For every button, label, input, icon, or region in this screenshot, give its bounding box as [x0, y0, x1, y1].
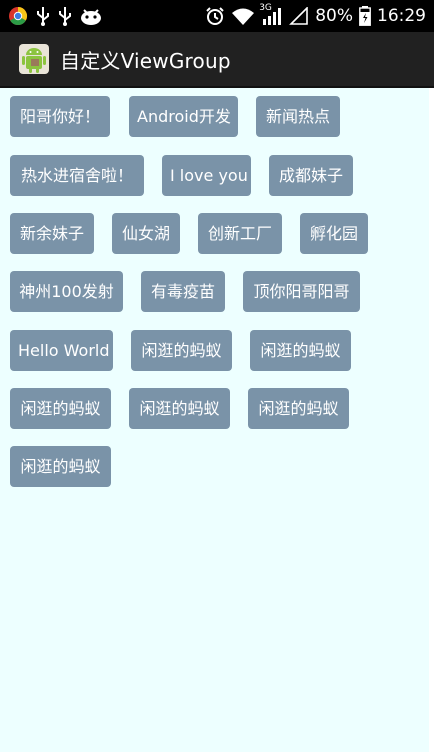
right-edge [429, 88, 434, 752]
tag-item[interactable]: 闲逛的蚂蚁 [10, 388, 111, 429]
app-title: 自定义ViewGroup [60, 48, 231, 73]
wifi-icon [231, 7, 255, 25]
tag-item[interactable]: 阳哥你好！ [10, 96, 110, 137]
tag-item[interactable]: 成都妹子 [269, 155, 353, 196]
battery-percent: 80% [315, 6, 353, 26]
tag-item[interactable]: 热水进宿舍啦！ [10, 155, 144, 196]
status-bar: 3G 80% 16:29 [0, 0, 434, 32]
battery-charging-icon [359, 6, 371, 26]
android-app-icon [18, 43, 50, 75]
action-bar: 自定义ViewGroup [0, 32, 434, 88]
network-type: 3G [259, 3, 272, 13]
tag-item[interactable]: I love you [162, 155, 251, 196]
system-status: 3G 80% 16:29 [205, 3, 426, 26]
clock: 16:29 [377, 6, 426, 26]
no-sim-signal-icon [289, 7, 309, 25]
tag-item[interactable]: 闲逛的蚂蚁 [129, 388, 230, 429]
tag-item[interactable]: 闲逛的蚂蚁 [10, 446, 111, 487]
tag-item[interactable]: 新余妹子 [10, 213, 94, 254]
viewgroup-content: 阳哥你好！ Android开发 新闻热点热水进宿舍啦！ I love you 成都妹子新… [0, 88, 429, 752]
tag-item[interactable]: 神州100发射 [10, 271, 123, 312]
tag-item[interactable]: 闲逛的蚂蚁 [131, 330, 232, 371]
chrome-notification-icon [8, 6, 28, 26]
tag-item[interactable]: 仙女湖 [112, 213, 180, 254]
tag-item[interactable]: 新闻热点 [256, 96, 340, 137]
tag-item[interactable]: Hello World [10, 330, 113, 371]
notification-icons [8, 6, 102, 26]
tag-item[interactable]: 顶你阳哥阳哥 [243, 271, 360, 312]
tag-item[interactable]: 孵化园 [300, 213, 368, 254]
alarm-icon [205, 6, 225, 26]
tag-item[interactable]: 闲逛的蚂蚁 [248, 388, 349, 429]
tag-item[interactable]: 闲逛的蚂蚁 [250, 330, 351, 371]
signal-icon: 3G [259, 3, 283, 25]
usb-icon [36, 6, 50, 26]
tag-flow-layout: 阳哥你好！ Android开发 新闻热点热水进宿舍啦！ I love you 成都妹子新… [0, 88, 429, 752]
android-debug-icon [80, 7, 102, 25]
usb-icon [58, 6, 72, 26]
tag-item[interactable]: 有毒疫苗 [141, 271, 225, 312]
tag-item[interactable]: Android开发 [129, 96, 238, 137]
tag-item[interactable]: 创新工厂 [198, 213, 282, 254]
